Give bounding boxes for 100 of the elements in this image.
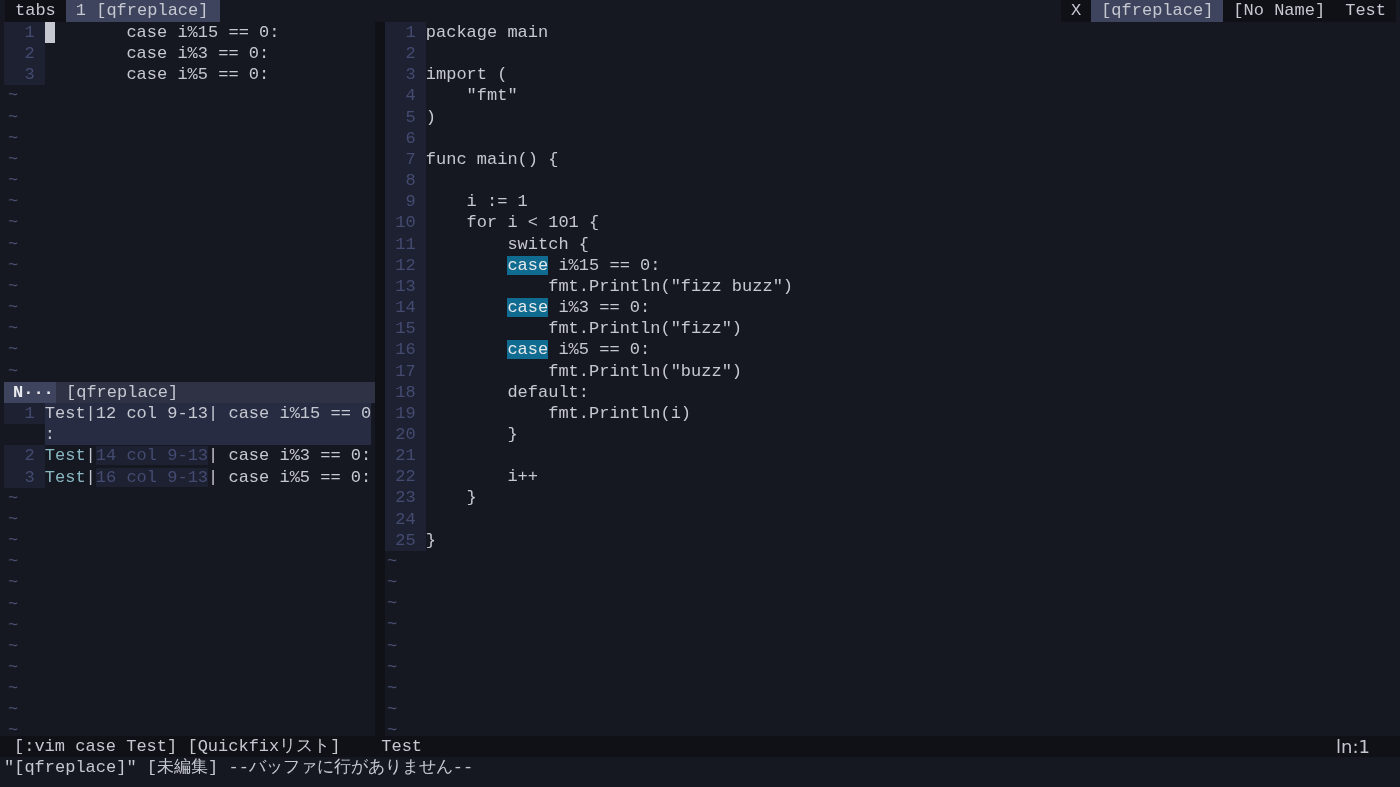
code-line: }: [465, 487, 477, 509]
file-name: Test: [381, 736, 423, 758]
line-number: 12: [385, 254, 426, 276]
line-number: 8: [385, 170, 426, 192]
filler-tilde: ~: [7, 530, 19, 552]
filler-tilde: ~: [7, 148, 19, 171]
code-line: import (: [425, 64, 508, 86]
filler-tilde: ~: [7, 233, 19, 255]
line-number: 24: [385, 508, 426, 530]
line-number: 11: [385, 233, 426, 255]
line-number: 6: [385, 127, 426, 149]
quickfix-entry[interactable]: Test|14 col 9-13| case i%3 == 0:: [44, 445, 372, 467]
filler-tilde: ~: [386, 593, 398, 615]
filler-tilde: ~: [7, 191, 19, 213]
filler-tilde: ~: [7, 127, 19, 149]
mode-indicator: N···: [4, 381, 56, 404]
code-line: i := 1: [465, 191, 528, 213]
code-line: case i%15 == 0:: [506, 254, 661, 276]
cursor-position: ln:1: [1336, 736, 1371, 758]
buffer-tab[interactable]: Test: [1335, 0, 1396, 22]
code-line: for i < 101 {: [465, 212, 600, 234]
code-line: case i%3 == 0:: [506, 297, 651, 319]
code-line: default:: [506, 381, 590, 403]
line-number: 2: [385, 43, 426, 65]
line-number: 25: [385, 529, 426, 551]
filler-tilde: ~: [7, 593, 19, 615]
filler-tilde: ~: [7, 106, 19, 128]
filler-tilde: ~: [7, 254, 19, 276]
line-number: 13: [385, 275, 426, 298]
filler-tilde: ~: [7, 297, 19, 319]
line-number: 1: [4, 22, 45, 44]
filler-tilde: ~: [7, 360, 19, 382]
code-line: fmt.Println(i): [547, 402, 692, 424]
code-line: fmt.Println("buzz"): [547, 360, 743, 382]
filler-tilde: ~: [386, 720, 398, 736]
code-line: }: [506, 423, 518, 446]
line-number: 9: [385, 191, 426, 213]
buffer-name: [qfreplace]: [65, 381, 179, 404]
filler-tilde: ~: [7, 275, 19, 298]
buffer-tab[interactable]: [No Name]: [1223, 0, 1336, 22]
line-number: 18: [385, 381, 426, 403]
line-number: 1: [385, 22, 426, 44]
code-line: i++: [506, 466, 538, 488]
line-number: 4: [385, 85, 426, 107]
code-line: "fmt": [465, 85, 518, 107]
line-number: 7: [385, 148, 426, 171]
command-message: "[qfreplace]" [未編集] --バッファに行がありません--: [4, 758, 474, 778]
line-number: 1: [4, 403, 45, 425]
filler-tilde: ~: [7, 614, 19, 636]
code-line: ): [425, 106, 436, 128]
close-button[interactable]: X: [1060, 0, 1092, 22]
code-line: }: [425, 529, 436, 551]
filler-tilde: ~: [7, 85, 19, 107]
code-line: package main: [425, 22, 549, 44]
filler-tilde: ~: [7, 508, 19, 531]
quickfix-entry[interactable]: Test|16 col 9-13| case i%5 == 0:: [44, 466, 372, 488]
code-line: case i%15 == 0:: [125, 23, 280, 42]
line-number: 20: [385, 423, 426, 446]
filler-tilde: ~: [7, 339, 19, 361]
filler-tilde: ~: [386, 635, 398, 657]
code-line: case i%3 == 0:: [125, 44, 270, 64]
filler-tilde: ~: [7, 318, 19, 340]
filler-tilde: ~: [386, 699, 398, 721]
line-number: 23: [385, 487, 426, 509]
tab[interactable]: 1 [qfreplace]: [65, 0, 221, 22]
line-number: 17: [385, 360, 426, 382]
line-number: 3: [4, 466, 45, 488]
filler-tilde: ~: [7, 212, 19, 234]
filler-tilde: ~: [7, 170, 19, 192]
filler-tilde: ~: [7, 720, 19, 736]
line-number: 5: [385, 106, 426, 128]
line-number: 2: [4, 445, 45, 467]
buffer-tab[interactable]: [qfreplace]: [1091, 0, 1224, 22]
line-number: 16: [385, 339, 426, 361]
code-line: fmt.Println("fizz"): [547, 318, 743, 340]
code-line: switch {: [506, 233, 590, 255]
line-number: 21: [385, 445, 426, 467]
code-line: case i%5 == 0:: [125, 65, 270, 85]
line-number: 19: [385, 402, 426, 424]
filler-tilde: ~: [386, 550, 398, 573]
line-number: 10: [385, 212, 426, 234]
filler-tilde: ~: [7, 678, 19, 700]
line-number: 15: [385, 318, 426, 340]
filler-tilde: ~: [7, 487, 19, 509]
filler-tilde: ~: [7, 635, 19, 657]
filler-tilde: ~: [7, 551, 19, 573]
line-number: 22: [385, 466, 426, 488]
code-line: fmt.Println("fizz buzz"): [547, 275, 794, 298]
quickfix-entry[interactable]: Test|12 col 9-13| case i%15 == 0:: [44, 403, 372, 446]
filler-tilde: ~: [386, 656, 398, 678]
filler-tilde: ~: [386, 677, 398, 699]
filler-tilde: ~: [7, 657, 19, 679]
line-number: 14: [385, 297, 426, 319]
filler-tilde: ~: [386, 572, 398, 594]
line-number: 3: [4, 64, 45, 86]
filler-tilde: ~: [386, 614, 398, 636]
line-number: 3: [385, 64, 426, 86]
line-number: 2: [4, 43, 45, 65]
filler-tilde: ~: [7, 699, 19, 721]
quickfix-title: [:vim case Test] [Quickfixリスト]: [14, 736, 341, 758]
